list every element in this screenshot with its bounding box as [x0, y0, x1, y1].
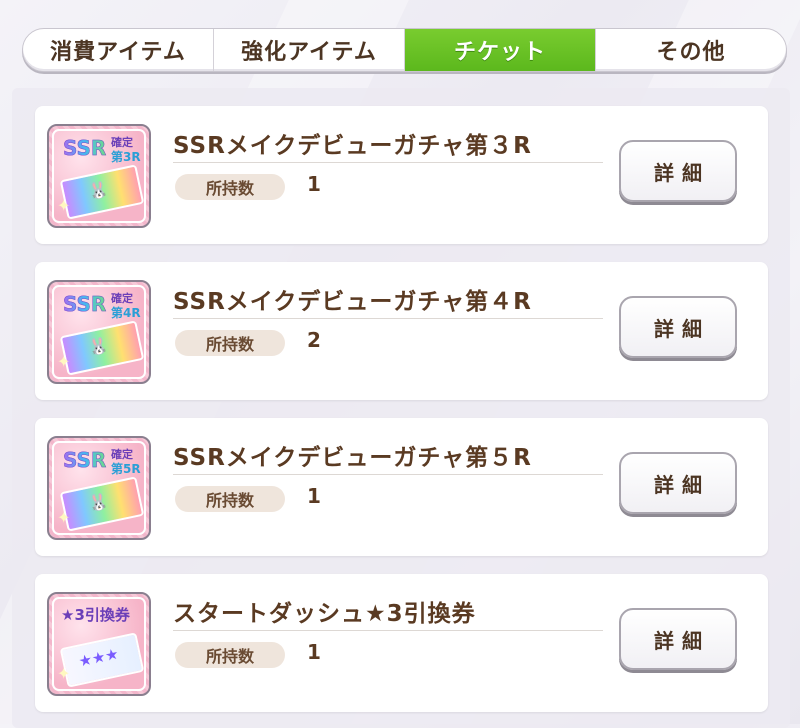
thumb-title-text: ★3引換券	[61, 606, 130, 624]
thumb-round-text: 第3R	[111, 150, 141, 164]
ssr-ticket-icon: SSR 確定 第3R 🐰 ✦	[47, 124, 151, 228]
divider	[173, 474, 603, 475]
tab-enhancement-items[interactable]: 強化アイテム	[214, 29, 405, 71]
thumb-ssr-text: SSR	[63, 136, 107, 161]
item-count: 1	[307, 172, 321, 196]
count-label: 所持数	[175, 174, 285, 200]
list-item: ★3引換券 ★★★ ✦ スタートダッシュ★3引換券 所持数 1 詳細	[35, 574, 768, 712]
detail-button[interactable]: 詳細	[619, 452, 737, 514]
count-label: 所持数	[175, 486, 285, 512]
thumb-round-text: 第4R	[111, 306, 141, 320]
thumb-ssr-text: SSR	[63, 448, 107, 473]
item-count: 1	[307, 484, 321, 508]
thumb-ssr-text: SSR	[63, 292, 107, 317]
tab-consumable-items[interactable]: 消費アイテム	[23, 29, 214, 71]
item-count: 1	[307, 640, 321, 664]
list-item: SSR 確定 第4R 🐰 ✦ SSRメイクデビューガチャ第４R 所持数 2 詳細	[35, 262, 768, 400]
ssr-ticket-icon: SSR 確定 第5R 🐰 ✦	[47, 436, 151, 540]
list-item: SSR 確定 第3R 🐰 ✦ SSRメイクデビューガチャ第３R 所持数 1 詳細	[35, 106, 768, 244]
detail-button[interactable]: 詳細	[619, 140, 737, 202]
divider	[173, 162, 603, 163]
detail-button[interactable]: 詳細	[619, 608, 737, 670]
star3-exchange-ticket-icon: ★3引換券 ★★★ ✦	[47, 592, 151, 696]
count-label: 所持数	[175, 642, 285, 668]
item-title: SSRメイクデビューガチャ第４R	[173, 289, 532, 315]
thumb-round-text: 第5R	[111, 462, 141, 476]
tab-tickets[interactable]: チケット	[405, 29, 596, 71]
ssr-ticket-icon: SSR 確定 第4R 🐰 ✦	[47, 280, 151, 384]
item-title: スタートダッシュ★3引換券	[173, 601, 476, 627]
item-count: 2	[307, 328, 321, 352]
detail-button[interactable]: 詳細	[619, 296, 737, 358]
divider	[173, 630, 603, 631]
item-title: SSRメイクデビューガチャ第３R	[173, 133, 532, 159]
list-item: SSR 確定 第5R 🐰 ✦ SSRメイクデビューガチャ第５R 所持数 1 詳細	[35, 418, 768, 556]
item-title: SSRメイクデビューガチャ第５R	[173, 445, 532, 471]
category-tab-bar: 消費アイテム 強化アイテム チケット その他	[22, 28, 787, 72]
tab-other[interactable]: その他	[596, 29, 786, 71]
count-label: 所持数	[175, 330, 285, 356]
divider	[173, 318, 603, 319]
